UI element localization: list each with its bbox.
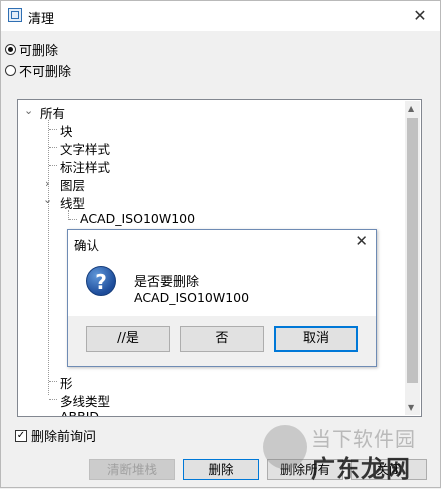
close-icon[interactable]: ✕ xyxy=(400,1,440,31)
tree-connector xyxy=(49,399,57,400)
tree-connector xyxy=(49,129,57,130)
dialog-message: 是否要删除 xyxy=(134,275,200,290)
cancel-button[interactable]: 取消 xyxy=(274,326,358,352)
app-icon xyxy=(8,8,22,22)
close-button[interactable]: 关闭 xyxy=(351,459,427,480)
scroll-down-icon[interactable]: ▼ xyxy=(408,403,414,412)
confirm-before-purge-label: 删除前询问 xyxy=(31,430,97,445)
purge-nested-button[interactable]: 清断堆栈 xyxy=(89,459,175,480)
dialog-item-name: ACAD_ISO10W100 xyxy=(134,290,250,305)
scroll-thumb[interactable] xyxy=(407,118,418,383)
scroll-up-icon[interactable]: ▲ xyxy=(408,104,414,113)
tree-item-all[interactable]: 所有 xyxy=(40,103,65,122)
tree-scrollbar[interactable]: ▲ ▼ xyxy=(405,101,420,415)
checkbox-checked-icon[interactable]: ✓ xyxy=(15,429,27,442)
purge-window: 清理 ✕ 可删除 不可删除 ⌄ 所有 块 文字样式 标注样式 › 图层 ⌄ 线型… xyxy=(0,0,441,488)
radio-selected-icon[interactable] xyxy=(5,44,16,55)
tree-guide-line xyxy=(48,120,49,395)
tree-item-partial[interactable]: ABBID xyxy=(60,409,99,416)
tree-item-dim-styles[interactable]: 标注样式 xyxy=(60,157,110,176)
dialog-body: ? 是否要删除 ACAD_ISO10W100 xyxy=(68,254,376,316)
window-title: 清理 xyxy=(28,12,55,27)
tree-item-linetypes[interactable]: 线型 xyxy=(60,193,85,212)
chevron-down-icon[interactable]: ⌄ xyxy=(43,193,52,206)
radio-purgeable[interactable]: 可删除 xyxy=(5,40,58,59)
dialog-title-bar: 确认 ✕ xyxy=(68,230,376,254)
confirm-before-purge[interactable]: ✓ 删除前询问 xyxy=(15,426,96,445)
tree-item-blocks[interactable]: 块 xyxy=(60,121,73,140)
watermark-text-1: 当下软件园 xyxy=(311,427,416,451)
tree-connector xyxy=(49,165,57,166)
tree-item-text-styles[interactable]: 文字样式 xyxy=(60,139,110,158)
radio-non-purgeable-label: 不可删除 xyxy=(19,65,72,80)
purge-button[interactable]: 删除 xyxy=(183,459,259,480)
radio-purgeable-label: 可删除 xyxy=(19,44,59,59)
radio-non-purgeable[interactable]: 不可删除 xyxy=(5,61,71,80)
tree-item-shapes[interactable]: 形 xyxy=(60,373,73,392)
dialog-title: 确认 xyxy=(74,238,100,253)
tree-connector xyxy=(49,381,57,382)
radio-unselected-icon[interactable] xyxy=(5,65,16,76)
close-icon[interactable]: ✕ xyxy=(355,232,368,250)
chevron-down-icon[interactable]: ⌄ xyxy=(24,104,33,117)
tree-item-layers[interactable]: 图层 xyxy=(60,175,85,194)
tree-item-mline-styles[interactable]: 多线类型 xyxy=(60,391,110,410)
title-bar: 清理 ✕ xyxy=(1,1,440,31)
no-button[interactable]: 否 xyxy=(180,326,264,352)
tree-connector xyxy=(49,147,57,148)
tree-connector xyxy=(69,219,77,220)
question-icon: ? xyxy=(86,266,116,296)
chevron-right-icon[interactable]: › xyxy=(45,177,49,190)
yes-button[interactable]: //是 xyxy=(86,326,170,352)
tree-item-linetype-acad-iso10w100[interactable]: ACAD_ISO10W100 xyxy=(80,211,195,226)
purge-all-button[interactable]: 删除所有 xyxy=(267,459,343,480)
confirm-dialog: 确认 ✕ ? 是否要删除 ACAD_ISO10W100 //是 否 取消 xyxy=(67,229,377,367)
